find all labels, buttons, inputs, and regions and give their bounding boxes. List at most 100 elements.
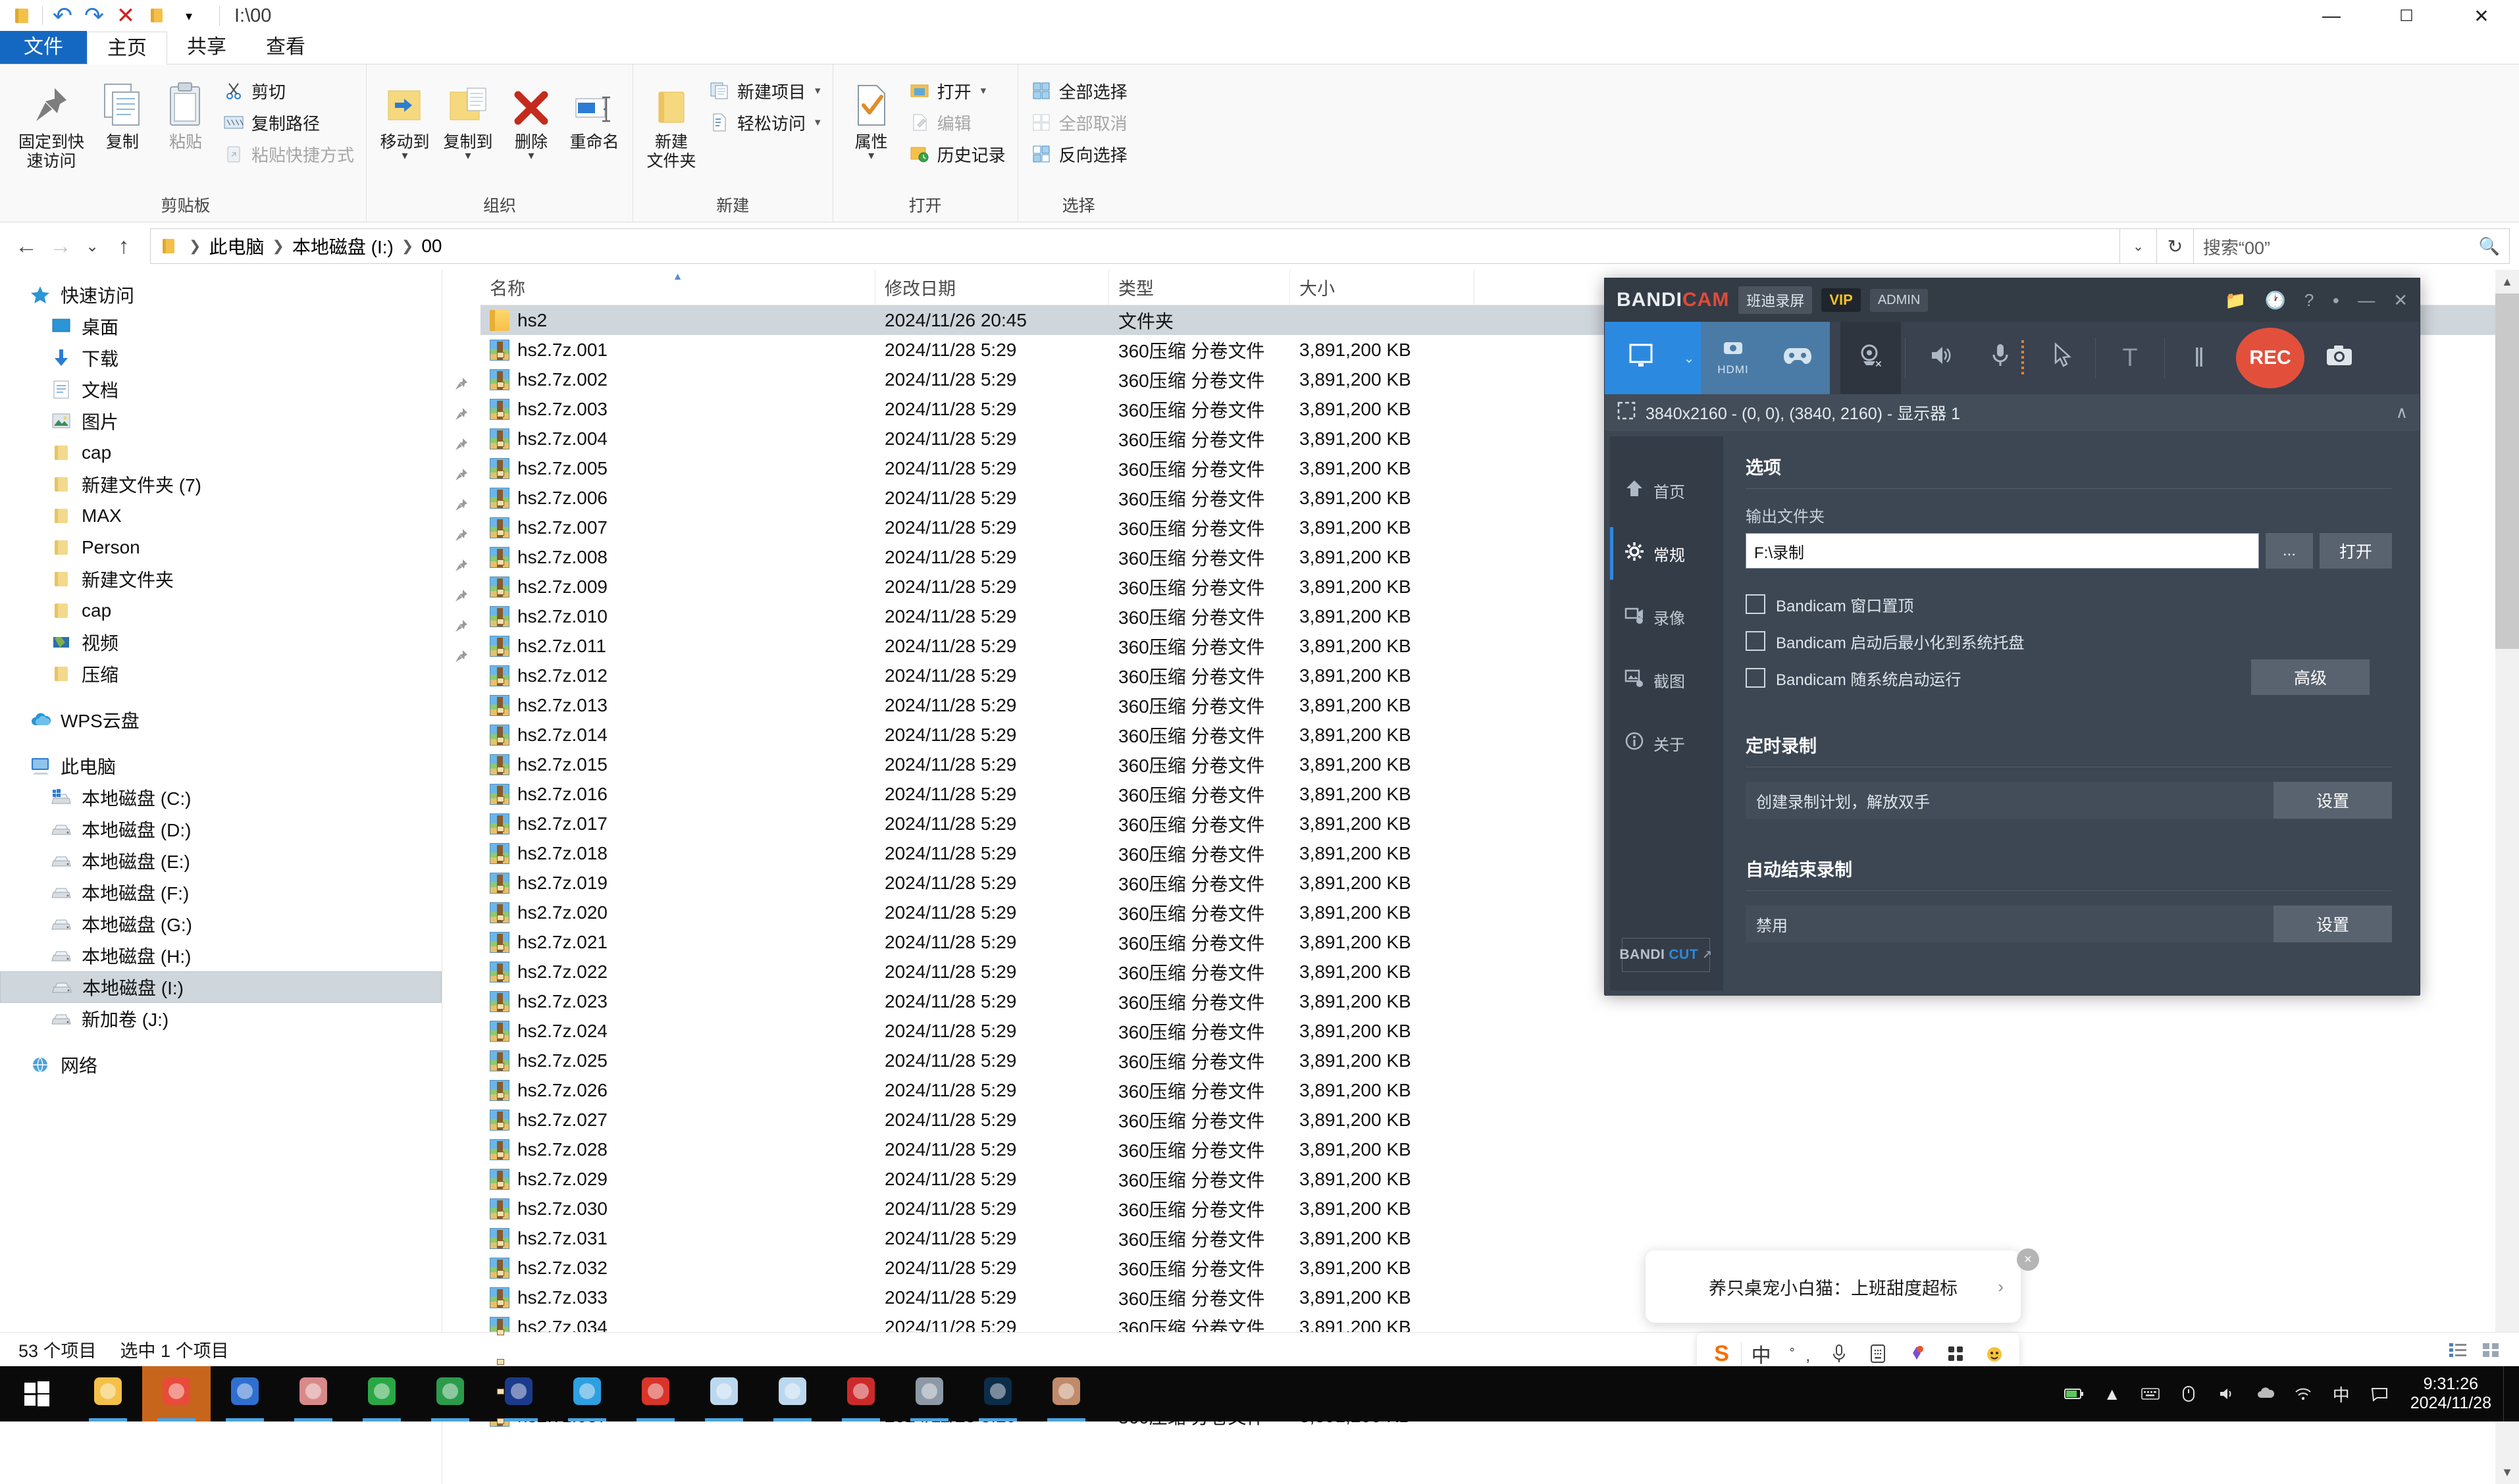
new-item-button[interactable]: 新建项目 ▾ [703,76,826,105]
pin-icon[interactable] [442,580,480,611]
copy-button[interactable]: 复制 [91,74,154,152]
screen-record-mode-button[interactable] [1605,322,1677,394]
delete-icon[interactable]: ✕ [110,1,142,30]
pin-icon[interactable] [442,429,480,459]
sidebar-item-10[interactable]: cap [0,595,442,627]
table-row[interactable]: hs2.7z.0322024/11/28 5:29360压缩 分卷文件3,891… [480,1253,2519,1283]
chevron-down-icon[interactable]: ▾ [529,152,534,159]
address-dropdown-button[interactable]: ⌄ [2120,228,2157,264]
vip-badge[interactable]: VIP [1821,288,1860,312]
checkbox-box[interactable] [1746,668,1765,688]
advanced-button[interactable]: 高级 [2251,659,2370,695]
sidebar-item-21[interactable]: 本地磁盘 (I:) [0,971,442,1003]
checkbox-minimize-to-tray[interactable]: Bandicam 启动后最小化到系统托盘 [1746,623,2392,659]
sidebar-item-about[interactable]: 关于 [1610,711,1723,775]
close-button[interactable]: ✕ [2444,0,2519,32]
clock[interactable]: 9:31:26 2024/11/28 [2399,1366,2503,1421]
sidebar-item-6[interactable]: 新建文件夹 (7) [0,469,442,500]
chevron-down-icon[interactable]: ▾ [868,152,874,159]
column-header-0[interactable]: ▲名称 [480,270,875,305]
table-row[interactable]: hs2.7z.0332024/11/28 5:29360压缩 分卷文件3,891… [480,1283,2519,1312]
tab-home[interactable]: 主页 [87,32,167,64]
select-all-button[interactable]: 全部选择 [1025,76,1133,105]
taskbar-item-network-app[interactable] [484,1366,553,1421]
sidebar-item-general[interactable]: 常规 [1610,522,1723,585]
sidebar-item-15[interactable]: 本地磁盘 (C:) [0,782,442,813]
help-icon[interactable]: ? [2304,290,2314,311]
ime-tray-chinese[interactable]: 中 [2322,1366,2360,1421]
sidebar-item-2[interactable]: 下载 [0,342,442,374]
pin-icon[interactable] [442,641,480,671]
webcam-toggle-button[interactable]: ✕ [1840,322,1901,394]
easy-access-button[interactable]: 轻松访问 ▾ [703,108,826,137]
chevron-right-icon[interactable]: › [1998,1277,2004,1297]
battery-icon[interactable] [2055,1366,2093,1421]
forward-button[interactable]: → [43,229,78,263]
maximize-button[interactable]: ☐ [2369,0,2444,32]
table-row[interactable]: hs2.7z.0302024/11/28 5:29360压缩 分卷文件3,891… [480,1194,2519,1223]
taskbar-item-media-player[interactable] [1032,1366,1101,1421]
checkbox-box[interactable] [1746,594,1765,614]
minimize-button[interactable]: — [2294,0,2369,32]
pause-button[interactable]: ‖ [2169,322,2229,394]
volume-icon[interactable] [2208,1366,2246,1421]
sidebar-item-7[interactable]: MAX [0,500,442,532]
back-button[interactable]: ← [9,229,43,263]
mode-dropdown-button[interactable]: ⌄ [1677,322,1701,394]
show-desktop-button[interactable] [2503,1366,2514,1421]
sidebar-item-11[interactable]: 视频 [0,627,442,658]
taskbar-item-obs-recorder[interactable] [827,1366,895,1421]
redo-icon[interactable]: ↷ [78,1,110,30]
taskbar-item-notepad-1[interactable] [690,1366,758,1421]
column-header-3[interactable]: 大小 [1290,270,1474,305]
checkbox-box[interactable] [1746,631,1765,651]
sidebar-item-14[interactable]: 此电脑 [0,750,442,782]
collapse-icon[interactable]: ∧ [2396,403,2408,422]
capture-target-bar[interactable]: 3840x2160 - (0, 0), (3840, 2160) - 显示器 1… [1605,394,2420,431]
recent-locations-button[interactable]: ⌄ [78,229,107,263]
desktop-pet-popup[interactable]: 养只桌宠小白猫：上班甜度超标 › [1646,1250,2021,1323]
chevron-down-icon[interactable]: ▾ [981,84,987,97]
search-input[interactable]: 搜索“00” 🔍 [2194,228,2510,264]
sidebar-item-home[interactable]: 首页 [1610,459,1723,522]
rename-button[interactable]: 重命名 [563,74,626,152]
output-folder-icon[interactable]: 📁 [2225,290,2246,311]
start-button[interactable] [0,1366,74,1421]
edit-button[interactable]: 编辑 [903,108,1011,137]
speaker-toggle-button[interactable] [1909,322,1970,394]
tab-view[interactable]: 查看 [246,31,325,64]
taskbar-item-wps-office[interactable] [621,1366,690,1421]
desktop-pet-close-button[interactable]: × [2017,1248,2039,1271]
history-button[interactable]: 历史记录 [903,140,1011,168]
browse-button[interactable]: ... [2266,533,2313,569]
game-record-mode-button[interactable] [1765,322,1830,394]
folder-properties-icon[interactable] [142,1,173,30]
paste-button[interactable]: 粘贴 [154,74,217,152]
up-button[interactable]: ↑ [107,229,141,263]
sidebar-item-19[interactable]: 本地磁盘 (G:) [0,908,442,940]
delete-button[interactable]: 删除 ▾ [500,74,563,159]
sidebar-item-3[interactable]: 文档 [0,374,442,405]
breadcrumb-item-folder[interactable]: ❯00 [394,236,442,257]
customize-qat-icon[interactable]: ▾ [173,1,205,30]
sidebar-item-23[interactable]: 网络 [0,1049,442,1081]
taskbar-item-sogou-browser[interactable] [211,1366,279,1421]
breadcrumb-item-drive[interactable]: ❯本地磁盘 (I:) [264,233,393,259]
cursor-effect-button[interactable] [2031,322,2091,394]
taskbar-item-bandicam[interactable] [895,1366,964,1421]
minimize-icon[interactable]: — [2358,290,2375,311]
pin-icon[interactable] [442,520,480,550]
table-row[interactable]: hs2.7z.0262024/11/28 5:29360压缩 分卷文件3,891… [480,1075,2519,1105]
pin-to-quick-access-button[interactable]: 固定到快速访问 [12,74,91,171]
sidebar-item-12[interactable]: 压缩 [0,658,442,690]
close-icon[interactable]: ✕ [2393,290,2408,311]
pin-icon[interactable]: ● [2332,294,2339,307]
large-icons-view-icon[interactable] [2476,1337,2506,1363]
show-hidden-icons-button[interactable]: ▲ [2093,1366,2131,1421]
open-button[interactable]: 打开 ▾ [903,76,1011,105]
clock-icon[interactable]: 🕐 [2264,290,2285,311]
sidebar-item-1[interactable]: 桌面 [0,311,442,342]
record-button[interactable]: REC [2233,328,2307,388]
new-folder-button[interactable]: 新建文件夹 [640,74,703,171]
taskbar-item-file-explorer[interactable] [74,1366,142,1421]
